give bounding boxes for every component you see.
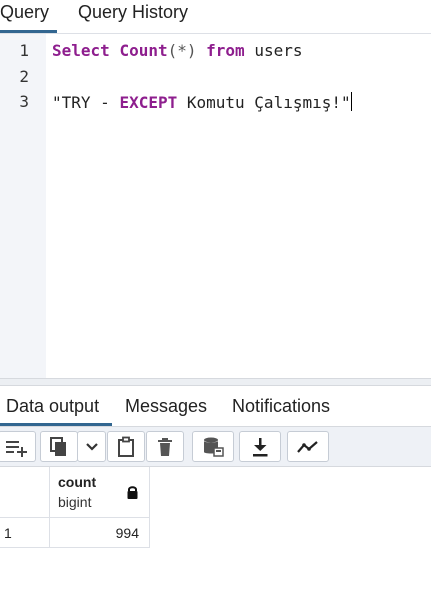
keyword-except: EXCEPT: [119, 93, 178, 112]
keyword-count: Count: [119, 41, 168, 60]
code-line-1[interactable]: Select Count(*) from users: [52, 41, 303, 60]
add-row-button[interactable]: [0, 431, 36, 462]
line-number: 2: [19, 67, 29, 86]
cell-value: 994: [115, 525, 139, 541]
chevron-down-icon: [85, 442, 98, 451]
column-header-count[interactable]: count bigint: [50, 467, 150, 518]
tab-notifications[interactable]: Notifications: [232, 386, 330, 423]
query-tab-bar: Query Query History: [0, 0, 431, 34]
sql-editor[interactable]: 1 2 3 Select Count(*) from users "TRY - …: [0, 34, 431, 378]
download-button[interactable]: [239, 431, 281, 462]
paste-button[interactable]: [107, 431, 145, 462]
tab-query-history[interactable]: Query History: [78, 0, 188, 30]
line-number: 1: [19, 41, 29, 60]
graph-icon: [297, 440, 318, 453]
tab-query[interactable]: Query: [0, 0, 57, 33]
keyword-select: Select: [52, 41, 110, 60]
tab-messages[interactable]: Messages: [125, 386, 207, 423]
table-cell[interactable]: 994: [50, 518, 150, 548]
save-data-button[interactable]: [192, 431, 234, 462]
result-tab-bar: Data output Messages Notifications: [0, 386, 431, 426]
panel-splitter[interactable]: [0, 378, 431, 386]
line-number-gutter: 1 2 3: [0, 34, 46, 378]
delete-button[interactable]: [146, 431, 184, 462]
row-number: 1: [4, 525, 12, 541]
column-type: bigint: [58, 494, 92, 510]
tab-notifications-label: Notifications: [232, 396, 331, 416]
line-number: 3: [19, 92, 29, 111]
copy-icon: [50, 436, 66, 456]
data-toolbar: [0, 426, 431, 467]
tab-query-history-label: Query History: [78, 2, 189, 22]
graph-visualiser-button[interactable]: [287, 431, 329, 462]
tab-query-label: Query: [0, 2, 50, 22]
lock-icon: [127, 486, 138, 499]
tab-data-output-label: Data output: [6, 396, 100, 416]
download-icon: [253, 437, 268, 456]
identifier-users: users: [254, 41, 303, 60]
operator: (*): [167, 41, 197, 60]
tab-data-output[interactable]: Data output: [0, 386, 112, 426]
string-end: Komutu Çalışmış!": [177, 93, 351, 112]
keyword-from: from: [206, 41, 245, 60]
row-number-cell[interactable]: 1: [0, 518, 50, 548]
delete-icon: [158, 437, 172, 456]
text-cursor: [350, 92, 352, 111]
add-row-icon: [5, 440, 27, 457]
paste-icon: [118, 436, 134, 457]
string-start: "TRY -: [52, 93, 120, 112]
column-name: count: [58, 474, 97, 490]
save-data-icon: [204, 437, 224, 457]
code-line-3[interactable]: "TRY - EXCEPT Komutu Çalışmış!": [52, 92, 352, 112]
copy-button[interactable]: [40, 431, 78, 462]
tab-messages-label: Messages: [125, 396, 208, 416]
copy-options-dropdown[interactable]: [77, 431, 106, 462]
grid-corner-header: [0, 467, 50, 518]
